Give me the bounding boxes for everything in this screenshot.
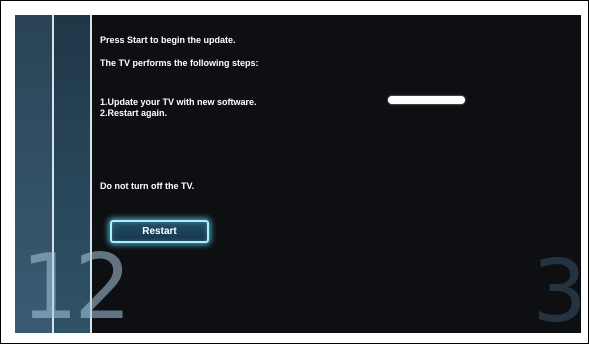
step-update-software: 1.Update your TV with new software. — [100, 97, 257, 107]
step-restart: 2.Restart again. — [100, 108, 168, 118]
next-step-number: 3 — [532, 242, 581, 333]
tv-screen: 12 3 Press Start to begin the update. Th… — [15, 15, 581, 333]
restart-button[interactable]: Restart — [110, 220, 209, 243]
progress-fill — [388, 96, 465, 104]
warning-text: Do not turn off the TV. — [100, 181, 195, 191]
instruction-start: Press Start to begin the update. — [100, 35, 236, 45]
instruction-steps-intro: The TV performs the following steps: — [100, 58, 259, 68]
update-progress-bar — [388, 96, 465, 104]
screenshot-frame: 12 3 Press Start to begin the update. Th… — [0, 0, 589, 344]
current-step-number: 12 — [21, 235, 132, 333]
step-rail: 12 — [15, 15, 132, 333]
